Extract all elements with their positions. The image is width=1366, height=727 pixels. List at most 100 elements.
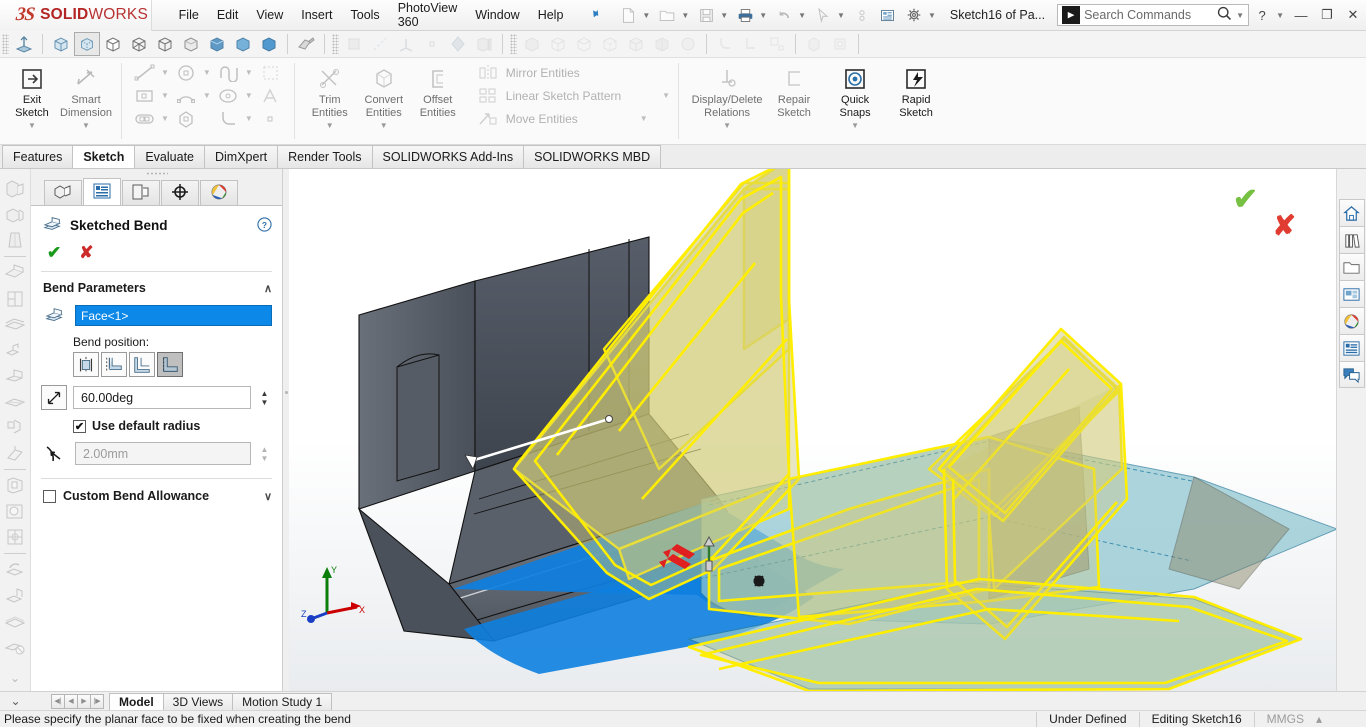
slot-tool[interactable]: ▼ — [130, 108, 172, 129]
unfold-icon[interactable] — [2, 556, 28, 582]
exit-sketch-button[interactable]: Exit Sketch ▼ — [5, 61, 59, 136]
cross-break-icon[interactable] — [2, 388, 28, 414]
bend-material-inside-button[interactable] — [101, 352, 127, 377]
sketch-fillet-tool[interactable]: ▼ — [214, 108, 256, 129]
tab-dimxpert[interactable]: DimXpert — [204, 145, 279, 168]
perspective-icon[interactable] — [204, 32, 230, 56]
search-icon[interactable] — [1216, 5, 1233, 25]
offset-entities-button[interactable]: Offset Entities — [411, 61, 465, 122]
move-entities-button[interactable]: Move Entities ▼ — [475, 110, 670, 128]
menu-tools[interactable]: Tools — [342, 5, 389, 25]
collapse-toolbar-icon[interactable]: ⌄ — [0, 694, 31, 708]
rectangle-tool[interactable]: ▼ — [130, 85, 172, 106]
accept-button[interactable]: ✔ — [47, 243, 61, 263]
fixed-face-icon[interactable] — [11, 32, 37, 56]
jog-icon[interactable] — [2, 337, 28, 363]
custom-properties-icon[interactable] — [1338, 334, 1365, 361]
close-button[interactable]: ✕ — [1340, 3, 1366, 27]
move-entities-dropdown[interactable]: ▼ — [640, 114, 648, 123]
smart-dimension-dropdown[interactable]: ▼ — [82, 120, 90, 133]
3d-model-viewport[interactable] — [289, 169, 1336, 691]
bend-outside-button[interactable] — [157, 352, 183, 377]
spline-dropdown[interactable]: ▼ — [245, 68, 253, 77]
property-manager-tab[interactable] — [83, 178, 121, 205]
search-input[interactable]: Search Commands — [1084, 8, 1216, 22]
mirror-entities-button[interactable]: Mirror Entities — [475, 64, 670, 82]
arc-tool[interactable]: ▼ — [172, 85, 214, 106]
quick-snaps-dropdown[interactable]: ▼ — [851, 120, 859, 133]
extruded-cut-icon[interactable] — [2, 472, 28, 498]
next-tab-button[interactable]: ▶ — [77, 693, 91, 709]
fillet-dropdown[interactable]: ▼ — [245, 114, 253, 123]
bend-angle-stepper[interactable]: ▲ ▼ — [257, 386, 272, 409]
search-caret[interactable]: ▼ — [1235, 11, 1248, 20]
closed-corner-icon[interactable] — [2, 414, 28, 440]
smart-dimension-button[interactable]: Smart Dimension ▼ — [59, 61, 113, 136]
convert-entities-button[interactable]: Convert Entities ▼ — [357, 61, 411, 136]
shadows-icon[interactable] — [230, 32, 256, 56]
bend-angle-field[interactable]: 60.00deg — [73, 386, 251, 409]
bottom-tab-motion-study-1[interactable]: Motion Study 1 — [232, 692, 333, 711]
display-options-icon[interactable] — [875, 3, 901, 27]
restore-button[interactable]: ❐ — [1314, 3, 1340, 27]
base-flange-icon[interactable] — [2, 176, 28, 202]
custom-bend-allowance-checkbox[interactable] — [43, 489, 56, 503]
new-document-caret[interactable]: ▼ — [641, 11, 654, 20]
design-library-icon[interactable] — [1338, 226, 1365, 253]
toolbar-grip-1[interactable] — [2, 34, 9, 54]
point-tool[interactable] — [256, 108, 286, 129]
fold-icon[interactable] — [2, 582, 28, 608]
shaded-with-edges-icon[interactable] — [152, 32, 178, 56]
rapid-sketch-button[interactable]: Rapid Sketch — [889, 61, 943, 122]
circle-dropdown[interactable]: ▼ — [203, 68, 211, 77]
help-caret[interactable]: ▼ — [1275, 11, 1288, 20]
menu-window[interactable]: Window — [466, 5, 528, 25]
pin-menu-icon[interactable] — [583, 5, 603, 26]
appearances-scenes-icon[interactable] — [1338, 307, 1365, 334]
hem-icon[interactable] — [2, 311, 28, 337]
search-commands-box[interactable]: ▶ Search Commands ▼ — [1057, 4, 1250, 26]
tab-solidworks-add-ins[interactable]: SOLIDWORKS Add-Ins — [371, 145, 525, 168]
hidden-lines-visible-icon[interactable] — [74, 32, 100, 56]
linear-sketch-pattern-button[interactable]: Linear Sketch Pattern ▼ — [475, 87, 670, 105]
file-explorer-icon[interactable] — [1338, 253, 1365, 280]
bend-centerline-button[interactable] — [73, 352, 99, 377]
no-bends-icon[interactable] — [2, 634, 28, 660]
quick-snaps-button[interactable]: Quick Snaps ▼ — [828, 61, 882, 136]
view-palette-icon[interactable] — [1338, 280, 1365, 307]
vent-icon[interactable] — [2, 524, 28, 550]
tab-solidworks-mbd[interactable]: SOLIDWORKS MBD — [523, 145, 662, 168]
tab-sketch[interactable]: Sketch — [72, 145, 136, 168]
toolbar-grip-3[interactable] — [510, 34, 517, 54]
miter-flange-icon[interactable] — [2, 286, 28, 312]
realview-icon[interactable] — [256, 32, 282, 56]
options-caret[interactable]: ▼ — [927, 11, 940, 20]
sketch-point[interactable] — [753, 575, 765, 587]
new-document-icon[interactable] — [615, 3, 641, 27]
menu-insert[interactable]: Insert — [292, 5, 341, 25]
exit-sketch-dropdown[interactable]: ▼ — [28, 120, 36, 133]
more-sheet-metal-tools-icon[interactable]: ⌄ — [2, 665, 28, 691]
display-manager-tab[interactable] — [200, 180, 238, 205]
panel-drag-handle[interactable] — [31, 169, 282, 178]
line-tool[interactable]: ▼ — [130, 62, 172, 83]
minimize-button[interactable]: — — [1288, 3, 1314, 27]
bottom-tab-model[interactable]: Model — [109, 692, 164, 711]
slot-dropdown[interactable]: ▼ — [161, 114, 169, 123]
select-caret[interactable]: ▼ — [836, 11, 849, 20]
first-tab-button[interactable]: ◀| — [51, 693, 65, 709]
wireframe-cube-icon[interactable] — [48, 32, 74, 56]
repair-sketch-button[interactable]: Repair Sketch — [767, 61, 821, 122]
spline-tool[interactable]: ▼ — [214, 62, 256, 83]
shaded-icon[interactable] — [178, 32, 204, 56]
open-document-icon[interactable] — [654, 3, 680, 27]
bend-parameters-header[interactable]: Bend Parameters ∧ — [31, 274, 282, 302]
edge-flange-icon[interactable] — [2, 260, 28, 286]
simple-hole-icon[interactable] — [2, 498, 28, 524]
bottom-tab-3d-views[interactable]: 3D Views — [162, 692, 234, 711]
chevron-up-icon[interactable]: ∧ — [264, 282, 272, 295]
wireframe-icon[interactable] — [126, 32, 152, 56]
help-icon[interactable]: ? — [257, 216, 272, 235]
lighting-icon[interactable] — [293, 32, 319, 56]
tab-render-tools[interactable]: Render Tools — [277, 145, 373, 168]
